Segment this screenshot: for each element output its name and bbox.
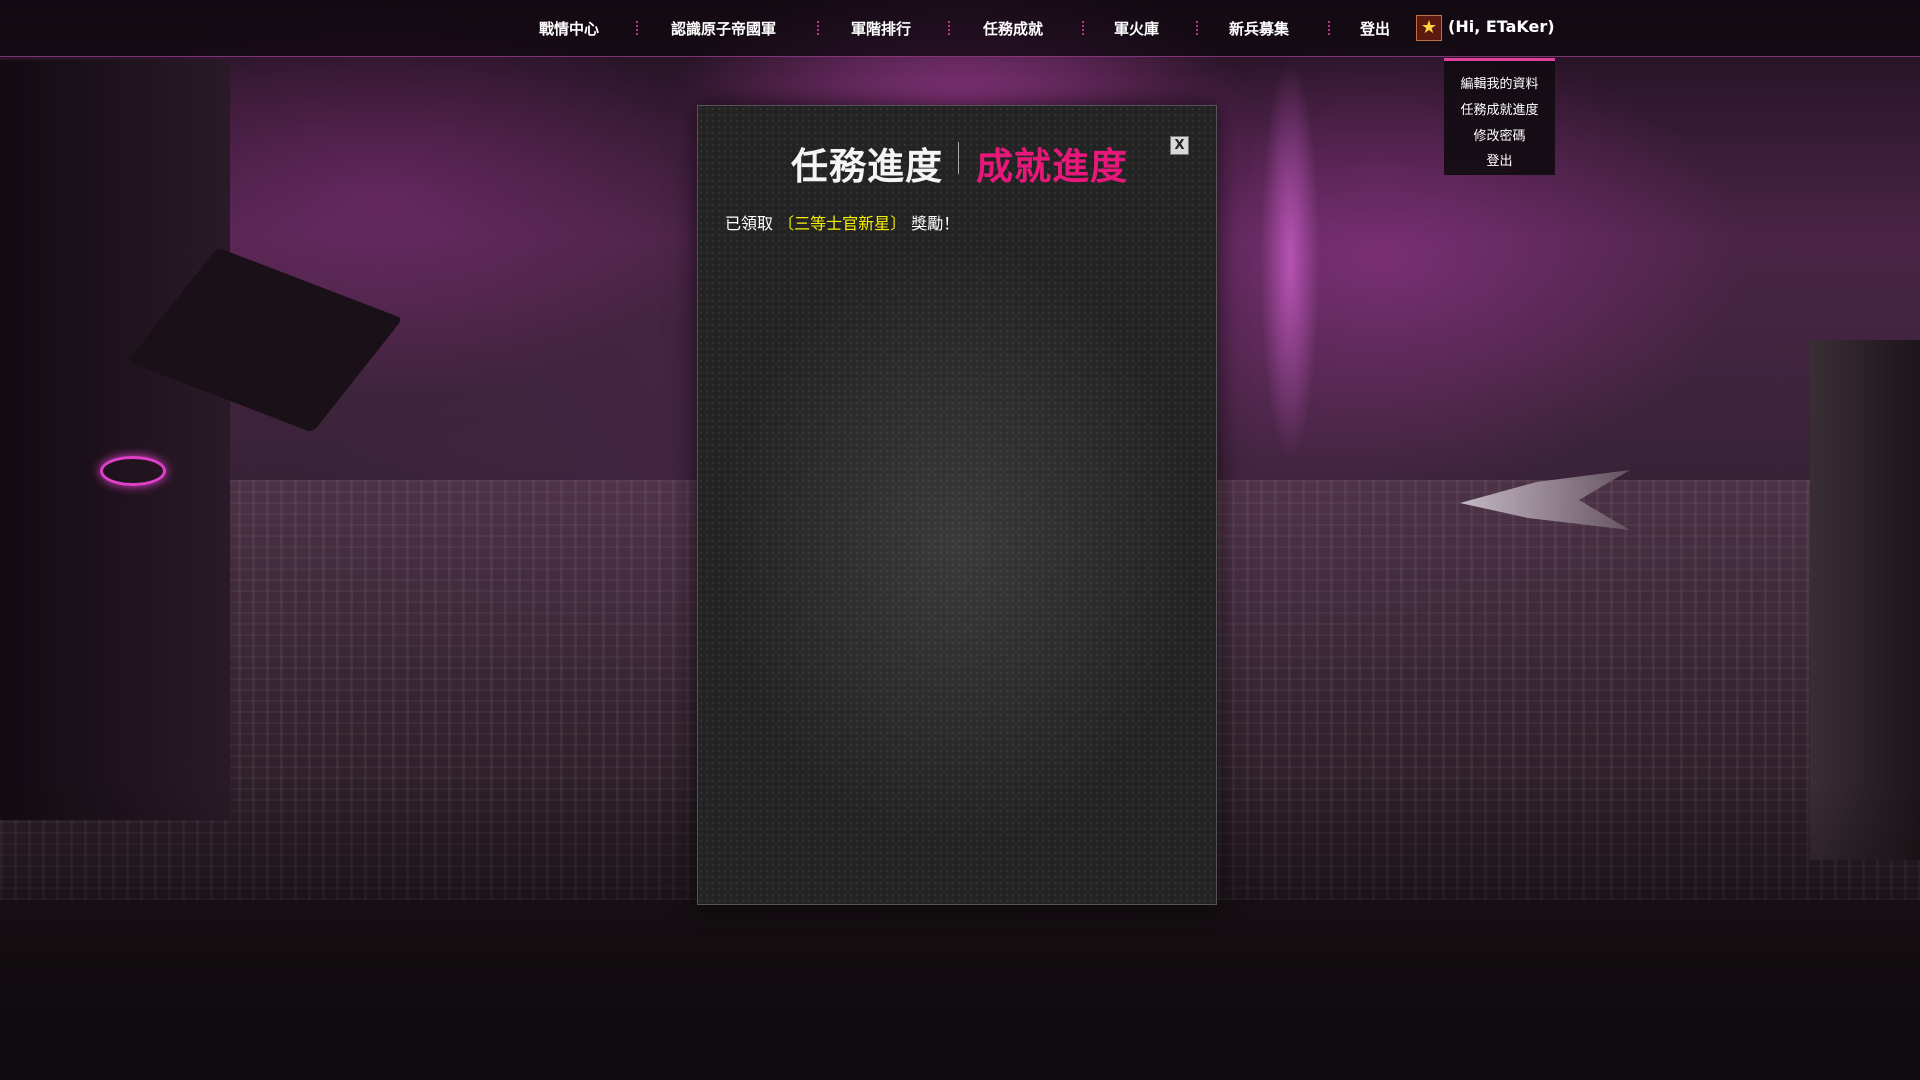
left-tower bbox=[0, 60, 230, 820]
nav-separator bbox=[636, 21, 638, 35]
rank-star-icon[interactable]: ★ bbox=[1416, 15, 1442, 41]
energy-beam bbox=[1260, 60, 1320, 460]
nav-separator bbox=[948, 21, 950, 35]
tab-mission-progress[interactable]: 任務進度 bbox=[791, 136, 943, 190]
message-prefix: 已領取 bbox=[725, 214, 774, 233]
user-greeting[interactable]: (Hi, ETaKer) bbox=[1448, 17, 1555, 36]
modal-header: 任務進度 成就進度 bbox=[698, 136, 1218, 188]
menu-item-change-password[interactable]: 修改密碼 bbox=[1444, 125, 1555, 144]
left-aircraft-wing bbox=[127, 247, 403, 433]
nav-item-armory[interactable]: 軍火庫 bbox=[1114, 18, 1159, 39]
glowing-ring bbox=[100, 456, 166, 486]
user-dropdown-menu: 編輯我的資料 任務成就進度 修改密碼 登出 bbox=[1444, 58, 1555, 175]
nav-separator bbox=[817, 21, 819, 35]
right-tower bbox=[1810, 340, 1920, 860]
menu-item-mission-progress[interactable]: 任務成就進度 bbox=[1444, 99, 1555, 118]
nav-item-rank-list[interactable]: 軍階排行 bbox=[851, 18, 911, 39]
menu-item-edit-profile[interactable]: 編輯我的資料 bbox=[1444, 73, 1555, 92]
nav-item-logout[interactable]: 登出 bbox=[1360, 18, 1390, 39]
spaceship bbox=[1460, 470, 1630, 530]
nav-separator bbox=[1328, 21, 1330, 35]
close-button[interactable]: X bbox=[1170, 136, 1189, 155]
nav-item-about-army[interactable]: 認識原子帝國軍 bbox=[671, 18, 776, 39]
tab-achievement-progress[interactable]: 成就進度 bbox=[976, 136, 1128, 190]
nav-item-recruit[interactable]: 新兵募集 bbox=[1229, 18, 1289, 39]
nav-separator bbox=[1082, 21, 1084, 35]
progress-modal: 任務進度 成就進度 X 已領取 〔三等士官新星〕 獎勵！ bbox=[697, 105, 1217, 905]
tab-divider bbox=[958, 142, 959, 174]
message-suffix: 獎勵！ bbox=[911, 214, 960, 233]
reward-name: 〔三等士官新星〕 bbox=[778, 214, 907, 233]
top-nav-bar: 戰情中心 認識原子帝國軍 軍階排行 任務成就 軍火庫 新兵募集 登出 ★ (Hi… bbox=[0, 0, 1920, 57]
nav-item-war-center[interactable]: 戰情中心 bbox=[539, 18, 599, 39]
nav-separator bbox=[1196, 21, 1198, 35]
reward-message: 已領取 〔三等士官新星〕 獎勵！ bbox=[725, 210, 959, 234]
nav-item-missions[interactable]: 任務成就 bbox=[983, 18, 1043, 39]
menu-item-logout[interactable]: 登出 bbox=[1444, 150, 1555, 169]
